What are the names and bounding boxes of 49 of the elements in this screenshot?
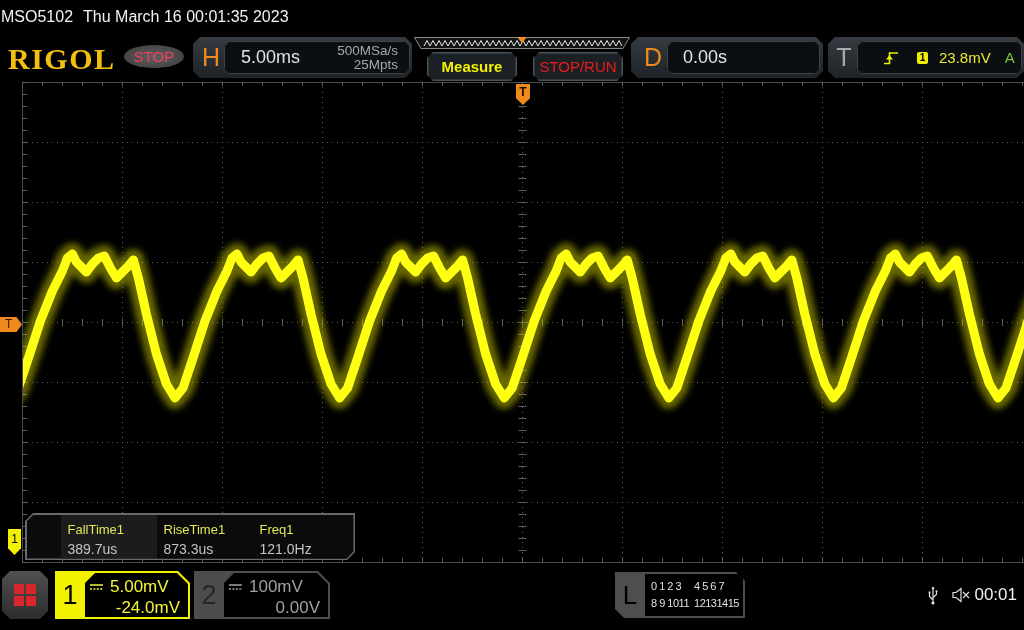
date-time: Thu March 16 00:01:35 2023 [83, 7, 289, 26]
channel-offset-marker[interactable]: 1 [8, 529, 21, 555]
rising-edge-icon [884, 50, 898, 65]
vertical-scale: 5.00mV [110, 576, 169, 597]
trigger-source-badge: 1 [917, 51, 928, 64]
channel-number: 1 [61, 579, 79, 612]
trigger-panel[interactable]: T 1 23.8mV A [828, 37, 1024, 78]
measure-button[interactable]: Measure [427, 52, 517, 81]
trigger-label: T [835, 43, 853, 72]
measurement-value: 121.0Hz [259, 539, 312, 559]
horizontal-panel[interactable]: H 5.00ms 500MSa/s 25Mpts [193, 37, 412, 78]
vertical-offset: 0.00V [275, 597, 320, 618]
elapsed-time: 00:01 [974, 585, 1017, 605]
stop-run-button[interactable]: STOP/RUN [533, 52, 623, 81]
delay-panel[interactable]: D 0.00s [631, 37, 823, 78]
position-marker-icon [517, 37, 527, 43]
delay-value: 0.00s [683, 47, 728, 68]
measurement-name: RiseTime1 [163, 520, 226, 539]
channel-panel[interactable]: 1 5.00mV -24.0mV [55, 571, 190, 619]
sample-rate: 500MSa/s [337, 43, 398, 58]
brand-logo: RIGOL [8, 43, 117, 75]
trigger-position-marker[interactable]: T [516, 84, 530, 105]
logic-channel-group: 0 1 2 3 [651, 580, 689, 593]
grid-icon [14, 584, 36, 606]
trigger-level-marker[interactable]: T [0, 317, 22, 332]
memory-depth: 25Mpts [353, 57, 398, 72]
logic-channel-group: 12131415 [694, 597, 739, 610]
measurement-name: FallTime1 [67, 520, 125, 539]
trigger-mode: A [1004, 49, 1015, 66]
vertical-offset: -24.0mV [115, 597, 180, 618]
measurement-value: 873.3us [163, 539, 214, 559]
dc-coupling-icon [229, 583, 242, 590]
model-name: MSO5102 [1, 7, 74, 26]
usb-icon [928, 585, 939, 605]
vertical-scale: 100mV [249, 576, 303, 597]
logic-channel-group: 4 5 6 7 [694, 580, 739, 593]
delay-label: D [643, 43, 663, 72]
horizontal-label: H [201, 43, 221, 72]
trigger-level: 23.8mV [939, 49, 991, 66]
dc-coupling-icon [90, 583, 103, 590]
menu-button[interactable] [2, 571, 48, 619]
logic-panel[interactable]: L 0 1 2 3 4 5 6 7 8 9 1011 12131415 [615, 572, 745, 618]
run-status-indicator: STOP [124, 45, 184, 68]
logic-label: L [621, 579, 639, 612]
logic-channel-group: 8 9 1011 [651, 597, 689, 610]
measurement-name: Freq1 [259, 520, 294, 539]
measurement-item[interactable]: FallTime1 389.7us [60, 514, 157, 559]
timebase-value: 5.00ms [241, 47, 301, 68]
measurement-value: 389.7us [67, 539, 118, 559]
